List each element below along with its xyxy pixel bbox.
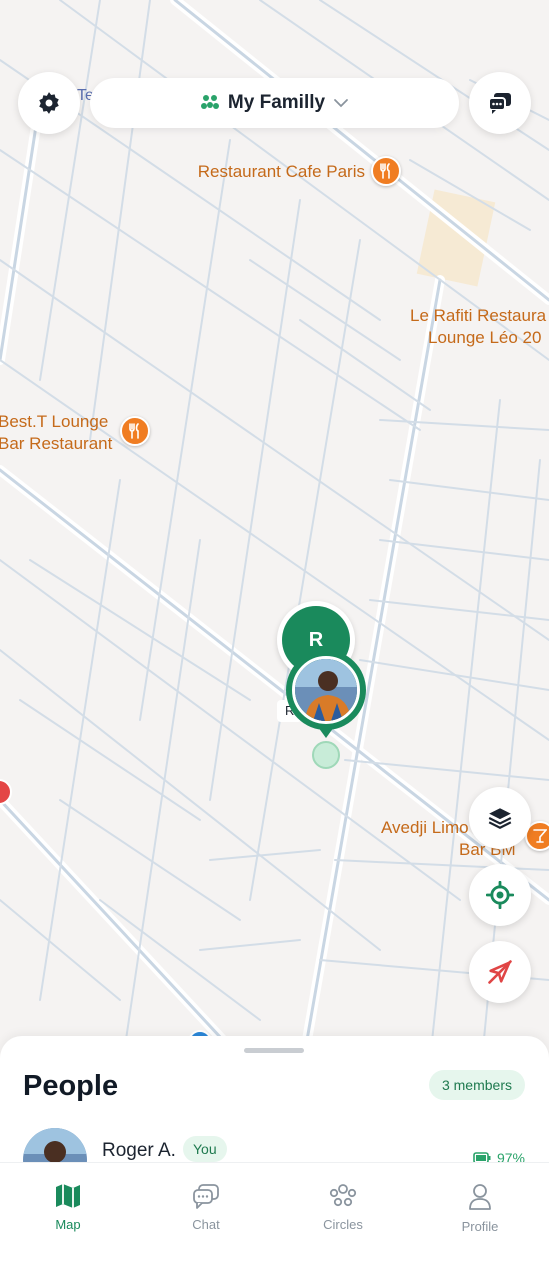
member-photo-marker[interactable] bbox=[286, 650, 366, 730]
poi-label[interactable]: Best.T Lounge Bar Restaurant bbox=[0, 411, 112, 455]
location-sharing-toggle[interactable] bbox=[469, 941, 531, 1003]
nav-label: Profile bbox=[461, 1219, 499, 1234]
chat-bubbles-icon bbox=[488, 93, 511, 114]
avatar bbox=[292, 656, 360, 724]
marker-pointer bbox=[318, 727, 334, 738]
layers-icon bbox=[488, 808, 512, 829]
restaurant-icon[interactable] bbox=[371, 156, 401, 186]
map-view[interactable]: Tel Restaurant Cafe Paris Le Rafiti Rest… bbox=[0, 0, 549, 1080]
locate-icon bbox=[486, 881, 514, 909]
circle-name: My Familly bbox=[227, 92, 326, 113]
nav-label: Map bbox=[55, 1217, 81, 1232]
location-off-icon bbox=[488, 960, 512, 984]
restaurant-icon[interactable] bbox=[120, 416, 150, 446]
messages-button[interactable] bbox=[469, 72, 531, 134]
my-location-dot bbox=[312, 741, 340, 769]
gear-icon bbox=[39, 92, 59, 114]
chat-icon bbox=[193, 1184, 219, 1209]
nav-item-profile[interactable]: Profile bbox=[425, 1183, 535, 1234]
map-layers-button[interactable] bbox=[469, 787, 531, 849]
recenter-button[interactable] bbox=[469, 864, 531, 926]
you-badge: You bbox=[183, 1136, 227, 1162]
nav-item-chat[interactable]: Chat bbox=[151, 1183, 261, 1232]
circles-icon bbox=[329, 1184, 357, 1207]
nav-label: Circles bbox=[323, 1217, 363, 1232]
nav-item-map[interactable]: Map bbox=[13, 1183, 123, 1232]
chevron-down-icon bbox=[334, 99, 348, 108]
map-icon bbox=[56, 1184, 80, 1208]
person-row[interactable]: Roger A. You 97% bbox=[23, 1128, 533, 1192]
sheet-drag-handle[interactable] bbox=[244, 1048, 304, 1053]
nav-label: Chat bbox=[192, 1217, 220, 1232]
poi-label[interactable]: Le Rafiti Restaura Lounge Léo 20 bbox=[410, 305, 546, 349]
group-icon bbox=[200, 95, 219, 109]
person-name: Roger A. bbox=[102, 1140, 176, 1161]
circle-selector[interactable]: My Familly bbox=[90, 78, 459, 128]
profile-icon bbox=[469, 1184, 491, 1210]
settings-button[interactable] bbox=[18, 72, 80, 134]
bottom-nav: Map Chat Circles Profile bbox=[0, 1162, 549, 1280]
sheet-title: People bbox=[23, 1070, 119, 1102]
top-bar: My Familly bbox=[18, 72, 531, 134]
nav-item-circles[interactable]: Circles bbox=[288, 1183, 398, 1232]
poi-label[interactable]: Restaurant Cafe Paris bbox=[198, 161, 365, 183]
members-count-badge: 3 members bbox=[428, 1070, 525, 1100]
